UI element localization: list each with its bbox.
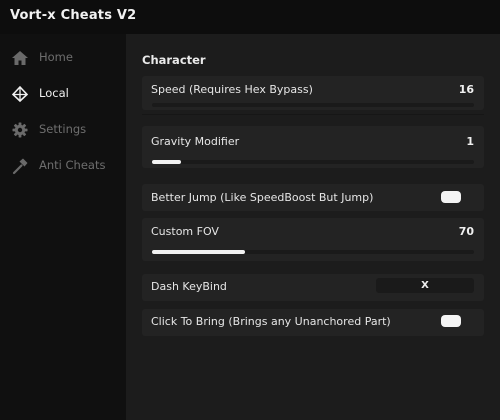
speed-value: 16 bbox=[458, 83, 474, 96]
main-panel: Character Speed (Requires Hex Bypass) 16… bbox=[126, 34, 500, 420]
dash-keybind-row: Dash KeyBind X bbox=[142, 274, 484, 301]
better-jump-row: Better Jump (Like SpeedBoost But Jump) bbox=[142, 184, 484, 211]
sidebar-item-label: Settings bbox=[39, 122, 87, 136]
sidebar: Home Local Settings Anti Cheats bbox=[0, 34, 126, 420]
sidebar-item-label: Local bbox=[39, 86, 69, 100]
fov-fill bbox=[152, 250, 246, 254]
gravity-value: 1 bbox=[466, 135, 474, 148]
sidebar-item-label: Home bbox=[39, 50, 73, 64]
click-bring-row: Click To Bring (Brings any Unanchored Pa… bbox=[142, 309, 484, 336]
section-title: Character bbox=[142, 53, 206, 67]
click-bring-toggle[interactable] bbox=[441, 315, 461, 327]
hammer-icon bbox=[11, 157, 29, 175]
home-icon bbox=[11, 49, 29, 67]
dash-keybind-label: Dash KeyBind bbox=[151, 280, 227, 293]
click-bring-label: Click To Bring (Brings any Unanchored Pa… bbox=[151, 315, 391, 328]
sidebar-item-settings[interactable]: Settings bbox=[0, 116, 126, 144]
title-bar[interactable]: Vort-x Cheats V2 bbox=[0, 0, 500, 34]
sidebar-item-anti-cheats[interactable]: Anti Cheats bbox=[0, 152, 126, 180]
speed-label: Speed (Requires Hex Bypass) bbox=[151, 83, 313, 96]
dash-keybind-button[interactable]: X bbox=[376, 278, 474, 293]
better-jump-label: Better Jump (Like SpeedBoost But Jump) bbox=[151, 191, 374, 204]
sidebar-item-label: Anti Cheats bbox=[39, 158, 106, 172]
fov-value: 70 bbox=[458, 225, 474, 238]
fov-slider[interactable]: Custom FOV 70 bbox=[142, 218, 484, 261]
better-jump-toggle[interactable] bbox=[441, 191, 461, 203]
speed-track[interactable] bbox=[152, 103, 474, 107]
gear-icon bbox=[11, 121, 29, 139]
divider bbox=[142, 114, 484, 115]
gravity-track[interactable] bbox=[152, 160, 474, 164]
gravity-label: Gravity Modifier bbox=[151, 135, 240, 148]
speed-slider[interactable]: Speed (Requires Hex Bypass) 16 bbox=[142, 76, 484, 110]
gravity-slider[interactable]: Gravity Modifier 1 bbox=[142, 126, 484, 168]
sidebar-item-local[interactable]: Local bbox=[0, 80, 126, 108]
window-title: Vort-x Cheats V2 bbox=[10, 8, 137, 23]
fov-label: Custom FOV bbox=[151, 225, 219, 238]
diamond-icon bbox=[11, 85, 29, 103]
sidebar-item-home[interactable]: Home bbox=[0, 44, 126, 72]
fov-track[interactable] bbox=[152, 250, 474, 254]
gravity-fill bbox=[152, 160, 181, 164]
